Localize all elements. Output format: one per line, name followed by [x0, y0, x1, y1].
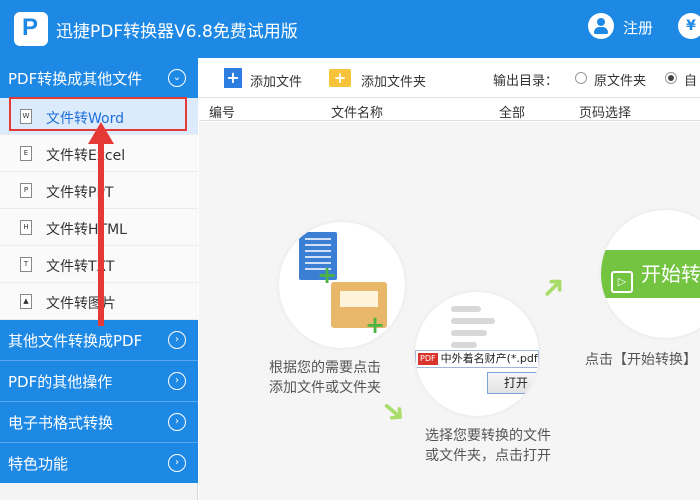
sidebar-section-label: 特色功能 — [8, 455, 69, 473]
column-header-filename: 文件名称 — [331, 106, 384, 121]
chevron-down-icon: ⌄ — [168, 69, 186, 87]
step1-caption: 根据您的需要点击 添加文件或文件夹 — [269, 360, 381, 396]
sidebar-item-label: 文件转图片 — [46, 296, 116, 312]
chevron-right-icon: › — [168, 413, 186, 431]
sidebar-section-ebook[interactable]: 电子书格式转换 › — [0, 402, 198, 442]
register-button[interactable]: 注册 — [623, 17, 653, 38]
sidebar-item-label: 文件转TXT — [46, 259, 115, 275]
sidebar-section-features[interactable]: 特色功能 › — [0, 443, 198, 483]
user-icon[interactable] — [588, 13, 614, 39]
file-table-header: 编号 文件名称 全部 页码选择 — [199, 99, 700, 121]
sidebar-section-label: PDF转换成其他文件 — [8, 70, 143, 88]
step1-illustration: + + — [279, 222, 405, 348]
html-file-icon: H — [20, 220, 32, 235]
sidebar-section-pdf-to-other[interactable]: PDF转换成其他文件 ⌄ — [0, 58, 198, 98]
file-list-area[interactable]: + + 根据您的需要点击 添加文件或文件夹 PDF中外着名财产(*.pdf,*.… — [199, 122, 700, 500]
step3-illustration: ▷ 开始转 — [601, 210, 700, 338]
start-convert-button-illustration: ▷ 开始转 — [601, 250, 700, 298]
add-file-button[interactable]: 添加文件 — [250, 71, 302, 90]
sidebar-section-label: 电子书格式转换 — [8, 414, 114, 432]
annotation-arrow-head — [88, 122, 114, 144]
ppt-file-icon: P — [20, 183, 32, 198]
plus-icon: + — [365, 311, 386, 339]
radio-custom-folder[interactable] — [665, 72, 677, 84]
radio-custom-folder-label: 自 — [684, 74, 698, 89]
open-button: 打开 — [487, 372, 539, 394]
sidebar-section-label: PDF的其他操作 — [8, 373, 113, 391]
sidebar-section-label: 其他文件转换成PDF — [8, 332, 143, 350]
radio-source-folder-label: 原文件夹 — [594, 74, 647, 89]
step-arrow-icon: ➜ — [532, 266, 575, 309]
excel-file-icon: E — [20, 146, 32, 161]
sidebar-item-label: 文件转HTML — [46, 222, 127, 238]
step2-illustration: PDF中外着名财产(*.pdf,*. 打开 — [415, 292, 539, 416]
sidebar-section-other-to-pdf[interactable]: 其他文件转换成PDF › — [0, 320, 198, 360]
sidebar-section-pdf-other-ops[interactable]: PDF的其他操作 › — [0, 361, 198, 401]
step2-caption: 选择您要转换的文件 或文件夹，点击打开 — [425, 428, 551, 464]
play-icon: ▷ — [611, 271, 633, 293]
toolbar: + 添加文件 + 添加文件夹 输出目录： 原文件夹 自 — [199, 58, 700, 98]
txt-file-icon: T — [20, 257, 32, 272]
app-title: 迅捷PDF转换器V6.8免费试用版 — [56, 22, 298, 42]
title-bar: P 迅捷PDF转换器V6.8免费试用版 注册 ¥ — [0, 0, 700, 58]
chevron-right-icon: › — [168, 372, 186, 390]
output-dir-label: 输出目录： — [493, 74, 559, 89]
file-browser-list — [425, 300, 535, 350]
yen-icon[interactable]: ¥ — [678, 13, 700, 39]
chevron-right-icon: › — [168, 454, 186, 472]
radio-source-folder[interactable] — [575, 72, 587, 84]
file-path-field: PDF中外着名财产(*.pdf,*. — [415, 350, 539, 368]
annotation-arrow — [98, 136, 104, 326]
column-header-index: 编号 — [209, 106, 236, 121]
sidebar-item-label: 文件转Excel — [46, 148, 126, 164]
pdf-icon: PDF — [418, 353, 438, 365]
folder-plus-icon[interactable]: + — [329, 69, 351, 87]
add-folder-button[interactable]: 添加文件夹 — [361, 71, 426, 90]
image-file-icon: ▲ — [20, 294, 32, 309]
column-header-all: 全部 — [499, 106, 526, 121]
column-header-page-range: 页码选择 — [579, 106, 632, 121]
step3-caption: 点击【开始转换】 — [585, 352, 697, 368]
chevron-right-icon: › — [168, 331, 186, 349]
app-logo-icon: P — [14, 12, 48, 46]
plus-icon[interactable]: + — [224, 68, 242, 88]
